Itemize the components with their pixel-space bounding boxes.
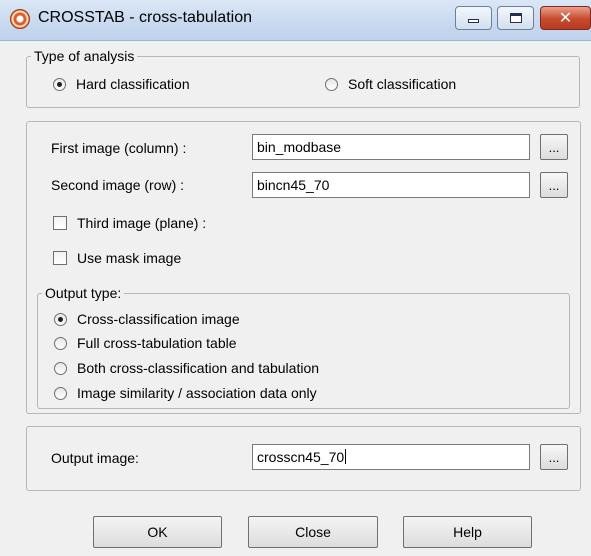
mask-image-label: Use mask image xyxy=(77,250,182,266)
title-bar[interactable]: CROSSTAB - cross-tabulation ✕ xyxy=(0,0,591,41)
close-button[interactable]: Close xyxy=(248,516,378,548)
third-image-label: Third image (plane) : xyxy=(77,215,207,231)
ellipsis-icon: ... xyxy=(548,450,560,465)
radio-image-similarity-data-only[interactable]: Image similarity / association data only xyxy=(54,385,317,401)
output-image-input[interactable]: crosscn45_70 xyxy=(252,444,530,470)
radio-label: Both cross-classification and tabulation xyxy=(77,360,320,376)
mask-image-checkbox[interactable] xyxy=(53,251,67,265)
minimize-button[interactable] xyxy=(455,6,492,30)
minimize-icon xyxy=(468,19,479,23)
ok-button[interactable]: OK xyxy=(93,516,222,548)
output-type-legend: Output type: xyxy=(45,285,122,301)
close-window-button[interactable]: ✕ xyxy=(540,6,591,30)
text-caret xyxy=(345,449,347,464)
radio-button[interactable] xyxy=(325,77,338,91)
radio-soft-classification[interactable]: Soft classification xyxy=(325,76,456,92)
radio-full-cross-tabulation-table[interactable]: Full cross-tabulation table xyxy=(54,335,237,351)
output-image-value: crosscn45_70 xyxy=(257,449,345,465)
radio-label: Cross-classification image xyxy=(77,311,240,327)
maximize-icon xyxy=(509,13,522,23)
output-image-label: Output image: xyxy=(51,450,139,466)
radio-button[interactable] xyxy=(54,386,67,400)
ellipsis-icon: ... xyxy=(548,178,560,193)
second-image-input[interactable]: bincn45_70 xyxy=(252,172,530,198)
window-title: CROSSTAB - cross-tabulation xyxy=(38,9,252,26)
close-icon: ✕ xyxy=(558,8,573,27)
first-image-input[interactable]: bin_modbase xyxy=(252,134,530,160)
radio-both-cross-classification-and-tabulation[interactable]: Both cross-classification and tabulation xyxy=(54,360,319,376)
radio-button[interactable] xyxy=(54,336,67,350)
third-image-checkbox-row[interactable]: Third image (plane) : xyxy=(53,215,206,231)
mask-image-checkbox-row[interactable]: Use mask image xyxy=(53,250,181,266)
radio-cross-classification-image[interactable]: Cross-classification image xyxy=(54,311,240,327)
second-image-browse-button[interactable]: ... xyxy=(540,172,568,198)
second-image-label: Second image (row) : xyxy=(51,177,185,193)
crosstab-app-icon[interactable] xyxy=(10,9,30,29)
first-image-label: First image (column) : xyxy=(51,140,187,156)
radio-label: Soft classification xyxy=(348,76,457,92)
radio-button-selected[interactable] xyxy=(54,312,67,326)
radio-label: Image similarity / association data only xyxy=(77,385,317,401)
output-image-browse-button[interactable]: ... xyxy=(540,444,568,470)
first-image-browse-button[interactable]: ... xyxy=(540,134,568,160)
help-button[interactable]: Help xyxy=(403,516,532,548)
ellipsis-icon: ... xyxy=(548,140,560,155)
analysis-type-legend: Type of analysis xyxy=(34,48,135,64)
radio-label: Full cross-tabulation table xyxy=(77,335,237,351)
radio-label: Hard classification xyxy=(76,76,190,92)
radio-button-selected[interactable] xyxy=(53,77,66,91)
radio-button[interactable] xyxy=(54,361,67,375)
third-image-checkbox[interactable] xyxy=(53,216,67,230)
radio-hard-classification[interactable]: Hard classification xyxy=(53,76,190,92)
maximize-button[interactable] xyxy=(497,6,534,30)
